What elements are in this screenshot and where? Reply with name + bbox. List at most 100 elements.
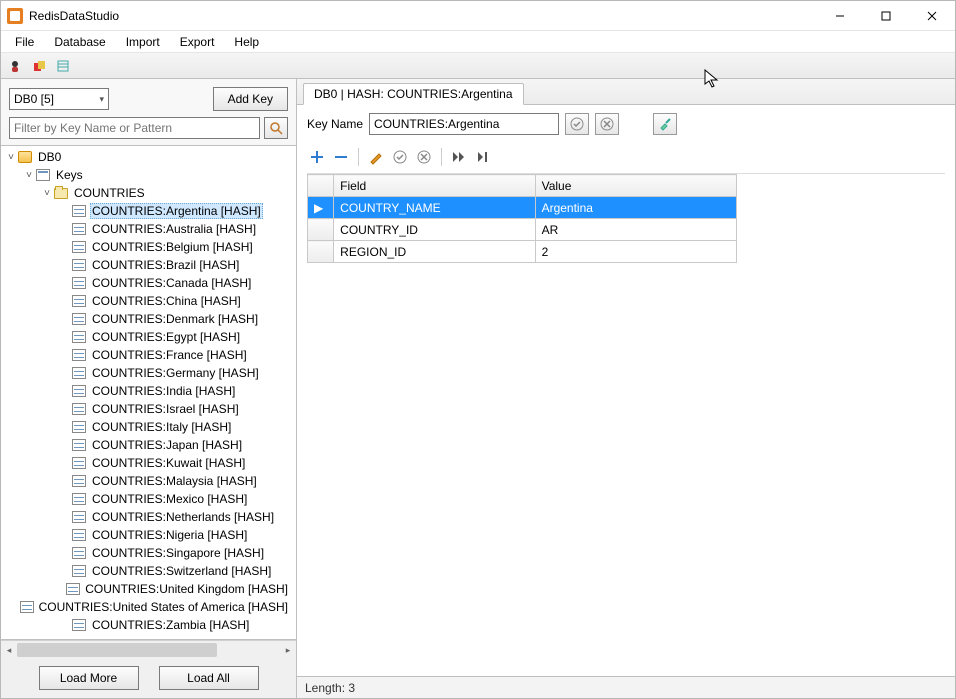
ic-hash-icon	[71, 258, 87, 272]
table-row[interactable]: REGION_ID2	[308, 241, 737, 263]
tab-active[interactable]: DB0 | HASH: COUNTRIES:Argentina	[303, 83, 524, 105]
table-row[interactable]: COUNTRY_IDAR	[308, 219, 737, 241]
tree-leaf-15[interactable]: COUNTRIES:Malaysia [HASH]	[1, 472, 296, 490]
key-tree[interactable]: ˅DB0˅Keys˅COUNTRIESCOUNTRIES:Argentina […	[1, 146, 296, 639]
tree-leaf-8[interactable]: COUNTRIES:France [HASH]	[1, 346, 296, 364]
minus-icon	[333, 149, 349, 165]
tree-item-label: COUNTRIES:India [HASH]	[90, 384, 237, 398]
last-page-button[interactable]	[473, 147, 493, 167]
menu-help[interactable]: Help	[224, 32, 269, 52]
scroll-right-arrow[interactable]: ▸	[280, 641, 296, 659]
tree-db-root[interactable]: ˅DB0	[1, 148, 296, 166]
tree-horizontal-scrollbar[interactable]: ◂ ▸	[1, 640, 296, 658]
tree-leaf-16[interactable]: COUNTRIES:Mexico [HASH]	[1, 490, 296, 508]
cancel-row-button[interactable]	[414, 147, 434, 167]
cell-value[interactable]: 2	[535, 241, 736, 263]
tree-leaf-3[interactable]: COUNTRIES:Brazil [HASH]	[1, 256, 296, 274]
row-header[interactable]	[308, 241, 334, 263]
ic-hash-icon	[71, 348, 87, 362]
commit-row-button[interactable]	[390, 147, 410, 167]
next-page-button[interactable]	[449, 147, 469, 167]
toolbar-icon-2[interactable]	[29, 56, 49, 76]
tree-leaf-13[interactable]: COUNTRIES:Japan [HASH]	[1, 436, 296, 454]
ic-hash-icon	[71, 456, 87, 470]
tree-item-label: COUNTRIES:Australia [HASH]	[90, 222, 258, 236]
close-button[interactable]	[909, 2, 955, 30]
tree-leaf-21[interactable]: COUNTRIES:United Kingdom [HASH]	[1, 580, 296, 598]
scroll-thumb[interactable]	[17, 643, 217, 657]
cancel-key-button[interactable]	[595, 113, 619, 135]
tree-leaf-19[interactable]: COUNTRIES:Singapore [HASH]	[1, 544, 296, 562]
hash-grid[interactable]: Field Value ▶COUNTRY_NAMEArgentinaCOUNTR…	[307, 174, 737, 263]
tree-leaf-1[interactable]: COUNTRIES:Australia [HASH]	[1, 220, 296, 238]
ic-hash-icon	[71, 276, 87, 290]
ic-hash-icon	[71, 294, 87, 308]
filter-input[interactable]	[9, 117, 260, 139]
search-button[interactable]	[264, 117, 288, 139]
tree-leaf-17[interactable]: COUNTRIES:Netherlands [HASH]	[1, 508, 296, 526]
cell-value[interactable]: AR	[535, 219, 736, 241]
commit-key-button[interactable]	[565, 113, 589, 135]
cell-field[interactable]: REGION_ID	[334, 241, 535, 263]
tree-leaf-12[interactable]: COUNTRIES:Italy [HASH]	[1, 418, 296, 436]
menu-database[interactable]: Database	[44, 32, 115, 52]
tree-item-label: Keys	[54, 168, 85, 182]
toolbar-icon-3[interactable]	[53, 56, 73, 76]
tree-leaf-14[interactable]: COUNTRIES:Kuwait [HASH]	[1, 454, 296, 472]
tree-leaf-23[interactable]: COUNTRIES:Zambia [HASH]	[1, 616, 296, 634]
load-all-button[interactable]: Load All	[159, 666, 259, 690]
brush-button[interactable]	[653, 113, 677, 135]
chevron-down-icon: ▾	[99, 94, 104, 105]
ic-hash-icon	[71, 438, 87, 452]
remove-row-button[interactable]	[331, 147, 351, 167]
tree-leaf-4[interactable]: COUNTRIES:Canada [HASH]	[1, 274, 296, 292]
ic-hash-icon	[71, 492, 87, 506]
tree-leaf-20[interactable]: COUNTRIES:Switzerland [HASH]	[1, 562, 296, 580]
menu-export[interactable]: Export	[170, 32, 225, 52]
cell-value[interactable]: Argentina	[535, 197, 736, 219]
ic-hash-icon	[66, 582, 81, 596]
tree-leaf-6[interactable]: COUNTRIES:Denmark [HASH]	[1, 310, 296, 328]
add-row-button[interactable]	[307, 147, 327, 167]
row-header[interactable]	[308, 219, 334, 241]
col-field[interactable]: Field	[334, 175, 535, 197]
tree-leaf-9[interactable]: COUNTRIES:Germany [HASH]	[1, 364, 296, 382]
tree-keys-node[interactable]: ˅Keys	[1, 166, 296, 184]
menu-import[interactable]: Import	[116, 32, 170, 52]
cell-field[interactable]: COUNTRY_NAME	[334, 197, 535, 219]
tree-folder-countries[interactable]: ˅COUNTRIES	[1, 184, 296, 202]
table-row[interactable]: ▶COUNTRY_NAMEArgentina	[308, 197, 737, 219]
tree-leaf-10[interactable]: COUNTRIES:India [HASH]	[1, 382, 296, 400]
key-name-input[interactable]	[369, 113, 559, 135]
tree-leaf-18[interactable]: COUNTRIES:Nigeria [HASH]	[1, 526, 296, 544]
cancel-icon	[600, 117, 614, 131]
tree-leaf-5[interactable]: COUNTRIES:China [HASH]	[1, 292, 296, 310]
toolbar-icon-1[interactable]	[5, 56, 25, 76]
row-header[interactable]: ▶	[308, 197, 334, 219]
ic-hash-icon	[71, 528, 87, 542]
tree-item-label: COUNTRIES:Japan [HASH]	[90, 438, 244, 452]
load-more-button[interactable]: Load More	[39, 666, 139, 690]
scroll-left-arrow[interactable]: ◂	[1, 641, 17, 659]
cancel-circle-icon	[416, 149, 432, 165]
tree-item-label: COUNTRIES:Singapore [HASH]	[90, 546, 266, 560]
tree-leaf-11[interactable]: COUNTRIES:Israel [HASH]	[1, 400, 296, 418]
minimize-button[interactable]	[817, 2, 863, 30]
tree-leaf-7[interactable]: COUNTRIES:Egypt [HASH]	[1, 328, 296, 346]
tree-leaf-0[interactable]: COUNTRIES:Argentina [HASH]	[1, 202, 296, 220]
tree-leaf-2[interactable]: COUNTRIES:Belgium [HASH]	[1, 238, 296, 256]
tree-leaf-22[interactable]: COUNTRIES:United States of America [HASH…	[1, 598, 296, 616]
menu-file[interactable]: File	[5, 32, 44, 52]
ic-hash-icon	[71, 420, 87, 434]
brush-icon	[658, 117, 672, 131]
ic-hash-icon	[20, 600, 34, 614]
tree-item-label: COUNTRIES:Brazil [HASH]	[90, 258, 241, 272]
cell-field[interactable]: COUNTRY_ID	[334, 219, 535, 241]
maximize-button[interactable]	[863, 2, 909, 30]
tree-item-label: COUNTRIES:Canada [HASH]	[90, 276, 253, 290]
edit-row-button[interactable]	[366, 147, 386, 167]
add-key-button[interactable]: Add Key	[213, 87, 288, 111]
check-circle-icon	[392, 149, 408, 165]
col-value[interactable]: Value	[535, 175, 736, 197]
db-selector[interactable]: DB0 [5] ▾	[9, 88, 109, 110]
